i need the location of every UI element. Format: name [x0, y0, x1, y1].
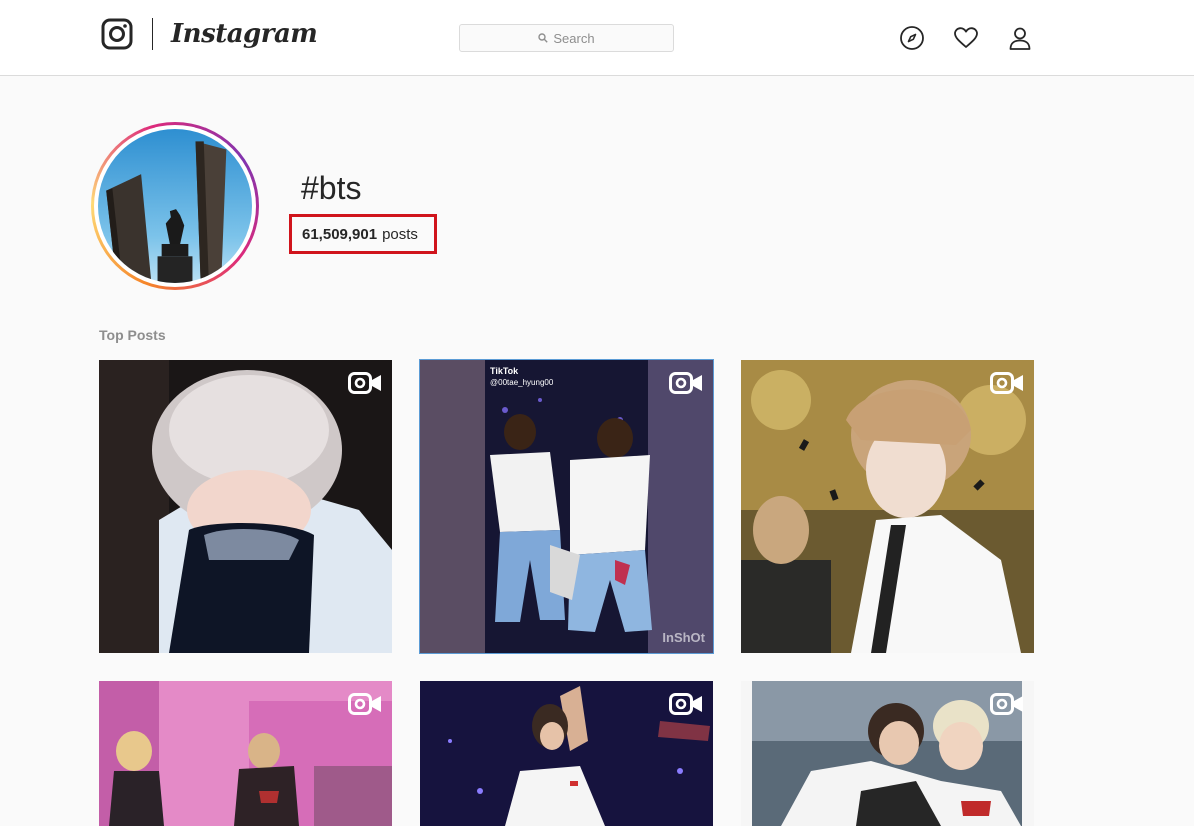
video-camera-icon	[990, 372, 1023, 394]
search-placeholder: Search	[553, 30, 595, 46]
post-tile[interactable]	[99, 360, 392, 653]
heart-icon[interactable]	[953, 25, 979, 51]
video-camera-icon	[669, 372, 702, 394]
top-posts-heading: Top Posts	[99, 327, 166, 343]
post-tile[interactable]	[99, 681, 392, 826]
video-camera-icon	[990, 693, 1023, 715]
video-camera-icon	[669, 693, 702, 715]
profile-icon[interactable]	[1007, 25, 1033, 51]
post-tile[interactable]	[741, 681, 1034, 826]
tiktok-username: @00tae_hyung00	[490, 378, 554, 387]
post-count: 61,509,901 posts	[289, 214, 437, 254]
instagram-wordmark[interactable]: Instagram	[171, 14, 318, 54]
post-count-number: 61,509,901	[302, 225, 378, 243]
post-tile[interactable]	[741, 360, 1034, 653]
hashtag-title: #bts	[301, 170, 362, 206]
search-placeholder-wrap: Search	[460, 25, 673, 51]
top-navigation-bar: Instagram Search	[0, 0, 1194, 76]
logo-divider	[152, 18, 153, 50]
inshot-watermark: InShOt	[662, 630, 705, 645]
post-thumbnail	[741, 360, 1034, 653]
post-tile[interactable]	[420, 681, 713, 826]
search-input[interactable]: Search	[459, 24, 674, 52]
post-thumbnail	[420, 360, 713, 653]
search-icon	[538, 33, 549, 43]
video-camera-icon	[348, 372, 381, 394]
hashtag-cover-image	[98, 129, 252, 283]
hashtag-avatar	[91, 122, 259, 290]
post-thumbnail	[99, 360, 392, 653]
tiktok-watermark: TikTok	[490, 366, 519, 376]
explore-compass-icon[interactable]	[899, 25, 925, 51]
avatar-white-border	[94, 125, 256, 287]
instagram-logo-icon[interactable]	[101, 18, 133, 50]
video-camera-icon	[348, 693, 381, 715]
post-tile[interactable]: TikTok @00tae_hyung00 InShOt	[419, 359, 714, 654]
post-count-suffix: posts	[382, 225, 418, 243]
